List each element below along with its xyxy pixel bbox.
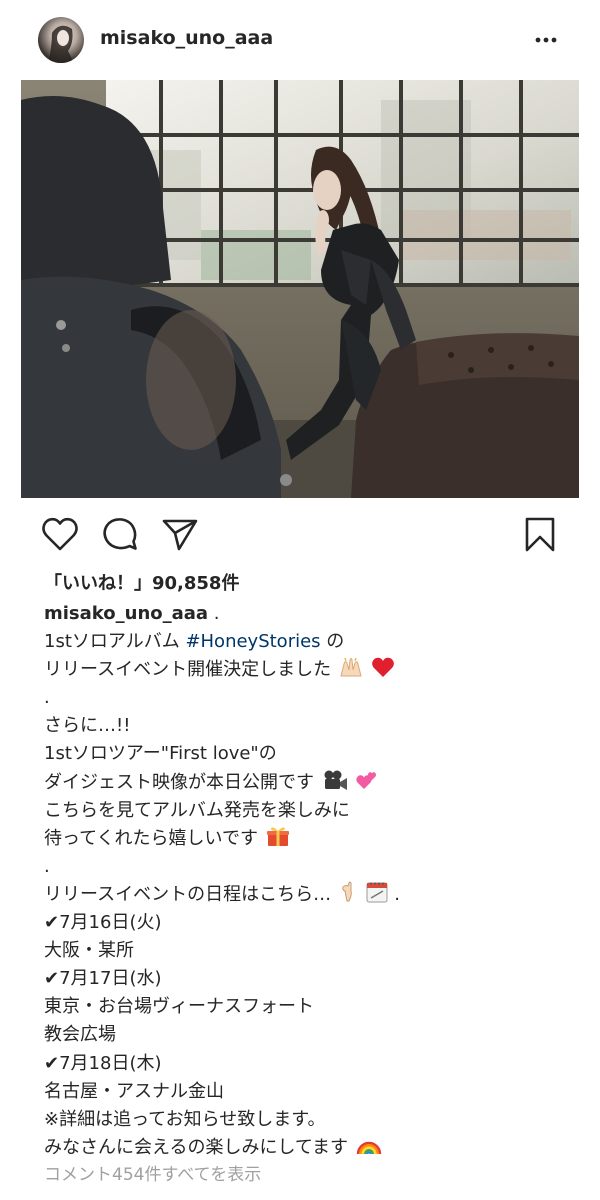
caption-line-5: さらに…!! xyxy=(44,715,131,737)
caption-text: リリースイベント開催決定しました xyxy=(44,659,332,681)
caption-line-19: ※詳細は追ってお知らせ致します。 xyxy=(44,1108,326,1130)
post-photo[interactable] xyxy=(21,80,579,498)
hashtag-link[interactable]: #HoneyStories xyxy=(185,631,320,652)
avatar[interactable] xyxy=(38,17,84,63)
caption-line-10: . xyxy=(44,855,50,877)
post-caption: misako_uno_aaa . 1stソロアルバム #HoneyStories… xyxy=(44,600,584,1162)
caption-line-8: こちらを見てアルバム発売を楽しみに xyxy=(44,799,350,821)
caption-line-1: misako_uno_aaa . xyxy=(44,600,584,628)
two-hearts-emoji-icon xyxy=(356,771,377,789)
caption-username-suffix: . xyxy=(208,603,220,624)
caption-text: 1stソロアルバム xyxy=(44,631,186,653)
calendar-emoji-icon xyxy=(366,882,388,903)
caption-text: . xyxy=(388,883,401,905)
caption-line-12: ✔7月16日(火) xyxy=(44,912,162,934)
pointing-down-emoji-icon xyxy=(342,881,352,902)
caption-text: ダイジェスト映像が本日公開です xyxy=(44,771,314,793)
movie-camera-emoji-icon xyxy=(324,770,347,790)
caption-line-14: ✔7月17日(水) xyxy=(44,968,162,990)
comment-bubble-icon[interactable] xyxy=(102,516,138,552)
avatar-photo xyxy=(48,25,74,63)
caption-line-3: リリースイベント開催決定しました xyxy=(44,656,584,684)
caption-line-20: みなさんに会えるの楽しみにしてます xyxy=(44,1134,584,1162)
caption-line-11: リリースイベントの日程はこちら… . xyxy=(44,881,584,909)
caption-line-6: 1stソロツアー"First love"の xyxy=(44,743,277,765)
caption-text: 待ってくれたら嬉しいです xyxy=(44,827,259,849)
red-heart-emoji-icon xyxy=(371,657,394,678)
caption-line-9: 待ってくれたら嬉しいです xyxy=(44,825,584,853)
likes-count[interactable]: 「いいね！」90,858件 xyxy=(44,569,239,595)
caption-text: の xyxy=(320,631,345,653)
caption-line-17: ✔7月18日(木) xyxy=(44,1052,162,1074)
caption-line-2: 1stソロアルバム #HoneyStories の xyxy=(44,628,584,656)
caption-text: リリースイベントの日程はこちら… xyxy=(44,883,332,905)
post-username[interactable]: misako_uno_aaa xyxy=(100,27,273,49)
view-all-comments-link[interactable]: コメント454件すべてを表示 xyxy=(44,1160,261,1185)
post-header: misako_uno_aaa xyxy=(0,0,600,80)
raised-hands-emoji-icon xyxy=(340,657,362,677)
caption-line-13: 大阪・某所 xyxy=(44,940,134,962)
caption-line-15: 東京・お台場ヴィーナスフォート xyxy=(44,996,314,1018)
heart-icon[interactable] xyxy=(41,516,79,552)
bookmark-icon[interactable] xyxy=(522,516,558,554)
gift-emoji-icon xyxy=(266,827,289,846)
rainbow-emoji-icon xyxy=(356,1141,381,1155)
photo-illustration xyxy=(21,80,579,498)
paper-plane-icon[interactable] xyxy=(162,516,198,552)
more-options-icon[interactable] xyxy=(534,30,558,50)
caption-line-18: 名古屋・アスナル金山 xyxy=(44,1080,224,1102)
caption-line-4: . xyxy=(44,687,50,709)
post-actions-bar xyxy=(0,500,600,570)
caption-username[interactable]: misako_uno_aaa xyxy=(44,603,208,624)
caption-line-16: 教会広場 xyxy=(44,1024,116,1046)
caption-line-7: ダイジェスト映像が本日公開です xyxy=(44,769,584,797)
caption-text: みなさんに会えるの楽しみにしてます xyxy=(44,1136,349,1158)
